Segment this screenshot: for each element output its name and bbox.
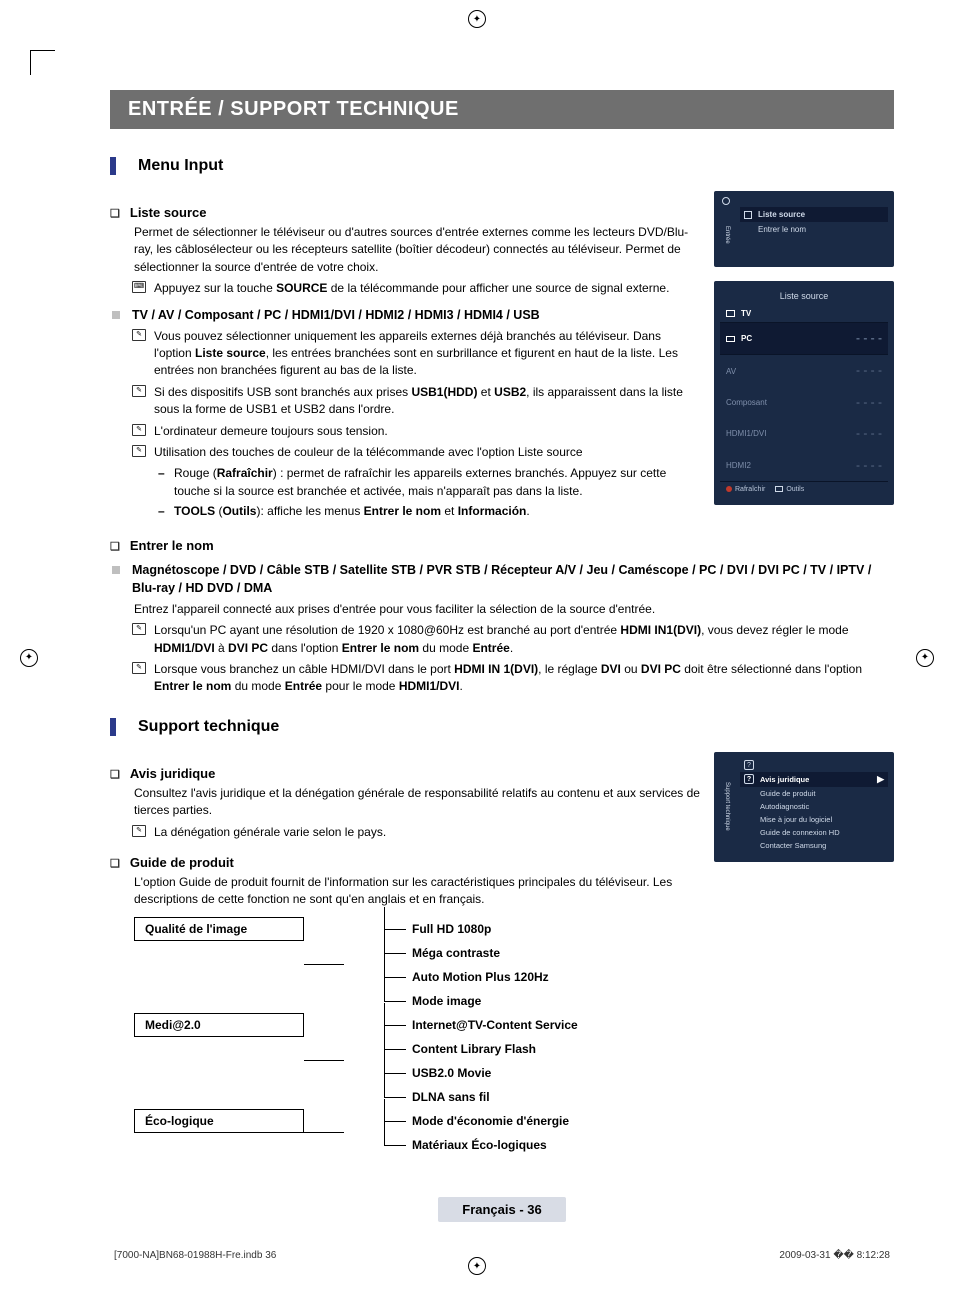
note-icon: ✎ [132,623,146,635]
subheading-liste-source: Liste source [110,205,700,220]
osd-item: TV [720,305,888,322]
osd-item: ? [740,758,888,772]
source-icon [744,211,752,219]
feature-tree: Qualité de l'image Full HD 1080p Méga co… [110,917,894,1157]
note: ✎ Utilisation des touches de couleur de … [110,444,700,461]
paragraph: Permet de sélectionner le téléviseur ou … [110,224,700,276]
tree-category: Medi@2.0 [134,1013,304,1037]
device-list: Magnétoscope / DVD / Câble STB / Satelli… [110,561,894,597]
gear-icon [722,197,730,205]
tree-item: Matériaux Éco-logiques [384,1133,569,1157]
osd-tab-label: Entrée [718,209,730,261]
osd-footer: Rafraîchir Outils [720,481,888,497]
sub-note: Rouge (Rafraîchir) : permet de rafraîchi… [110,465,700,500]
paragraph: Entrez l'appareil connecté aux prises d'… [110,601,894,618]
pc-icon [726,336,735,342]
tree-item: Internet@TV-Content Service [384,1013,578,1037]
registration-mark-icon [468,1257,486,1275]
tree-item: USB2.0 Movie [384,1061,578,1085]
note: ✎ L'ordinateur demeure toujours sous ten… [110,423,700,440]
osd-item: Contacter Samsung [740,839,888,852]
osd-source-list: Liste source TV PC- - - - AV- - - - Comp… [714,281,894,505]
subheading-guide-produit: Guide de produit [110,855,700,870]
osd-item: Guide de connexion HD [740,826,888,839]
registration-mark-icon [468,10,486,28]
registration-mark-icon [20,649,38,667]
osd-item: Autodiagnostic [740,800,888,813]
osd-item: Entrer le nom [740,222,888,237]
note: ✎ Vous pouvez sélectionner uniquement le… [110,328,700,380]
osd-tab-label: Support technique [718,758,730,856]
note-icon: ✎ [132,825,146,837]
note-icon: ✎ [132,662,146,674]
osd-title: Liste source [720,287,888,305]
accent-bar-icon [110,718,116,736]
note-icon: ✎ [132,445,146,457]
red-dot-icon [726,486,732,492]
subheading-entrer-le-nom: Entrer le nom [110,538,894,553]
osd-item: Mise à jour du logiciel [740,813,888,826]
tree-category: Qualité de l'image [134,917,304,941]
footer-timestamp: 2009-03-31 �� 8:12:28 [779,1250,890,1261]
accent-bar-icon [110,157,116,175]
sub-note: TOOLS (Outils): affiche les menus Entrer… [110,503,700,520]
chevron-right-icon: ▶ [877,774,884,785]
registration-mark-icon [916,649,934,667]
osd-support-menu: Support technique ? ?Avis juridique▶ Gui… [714,752,894,862]
tree-item: Méga contraste [384,941,549,965]
note: ✎ Si des dispositifs USB sont branchés a… [110,384,700,419]
section-heading-text: Menu Input [138,157,223,175]
help-icon: ? [744,774,754,784]
osd-item: AV- - - - [720,355,888,386]
tree-item: Mode d'économie d'énergie [384,1109,569,1133]
tree-category: Éco-logique [134,1109,304,1133]
note-icon: ✎ [132,329,146,341]
section-heading-support: Support technique [110,718,894,736]
tree-item: DLNA sans fil [384,1085,578,1109]
tree-item: Mode image [384,989,549,1013]
section-heading-text: Support technique [138,718,279,736]
osd-item-selected: ?Avis juridique▶ [740,772,888,787]
osd-item: Guide de produit [740,787,888,800]
footer-file: [7000-NA]BN68-01988H-Fre.indb 36 [114,1250,276,1261]
osd-item: Liste source [740,207,888,222]
osd-input-menu: Entrée Liste source Entrer le nom [714,191,894,267]
note: ✎ Lorsqu'un PC ayant une résolution de 1… [110,622,894,657]
page-number: Français - 36 [110,1197,894,1222]
paragraph: Consultez l'avis juridique et la dénégat… [110,785,700,820]
osd-item: HDMI1/DVI- - - - [720,418,888,449]
tools-icon [775,486,783,492]
osd-item: HDMI2- - - - [720,450,888,481]
note-icon: ✎ [132,424,146,436]
osd-item: Composant- - - - [720,387,888,418]
note-remote: ⌨ Appuyez sur la touche SOURCE de la tél… [110,280,700,297]
tree-item: Content Library Flash [384,1037,578,1061]
page-title: ENTRÉE / SUPPORT TECHNIQUE [110,90,894,129]
osd-item-selected: PC- - - - [720,322,888,355]
tree-item: Full HD 1080p [384,917,549,941]
tree-item: Auto Motion Plus 120Hz [384,965,549,989]
input-list-heading: TV / AV / Composant / PC / HDMI1/DVI / H… [110,306,700,324]
note: ✎ La dénégation générale varie selon le … [110,824,700,841]
remote-icon: ⌨ [132,281,146,293]
subheading-avis-juridique: Avis juridique [110,766,700,781]
note-icon: ✎ [132,385,146,397]
note: ✎ Lorsque vous branchez un câble HDMI/DV… [110,661,894,696]
tv-icon [726,310,735,317]
help-icon: ? [744,760,754,770]
print-footer: [7000-NA]BN68-01988H-Fre.indb 36 2009-03… [110,1250,894,1261]
paragraph: L'option Guide de produit fournit de l'i… [110,874,700,909]
section-heading-menu-input: Menu Input [110,157,894,175]
